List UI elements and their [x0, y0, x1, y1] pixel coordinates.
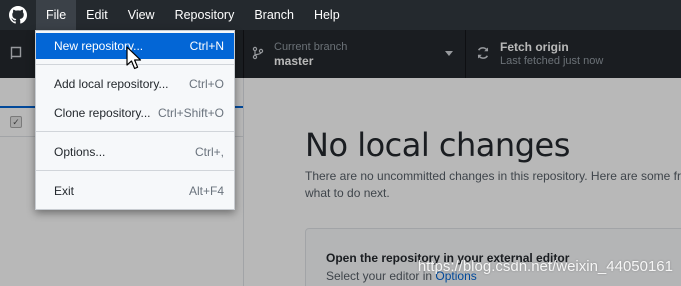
menu-item-shortcut: Ctrl+N — [189, 39, 224, 53]
menu-separator — [36, 170, 234, 171]
branch-text: Current branch master — [274, 40, 347, 68]
menu-item-label: Options... — [54, 145, 106, 159]
menu-item-shortcut: Ctrl+Shift+O — [157, 106, 224, 120]
chevron-down-icon — [445, 51, 453, 56]
watermark-text: https://blog.csdn.net/weixin_44050161 — [417, 258, 673, 275]
menu-item-shortcut: Ctrl+, — [194, 145, 224, 159]
menu-item-clone-repository[interactable]: Clone repository... Ctrl+Shift+O — [36, 100, 234, 126]
menu-edit[interactable]: Edit — [76, 0, 118, 30]
menu-repository[interactable]: Repository — [165, 0, 245, 30]
menu-item-add-local-repository[interactable]: Add local repository... Ctrl+O — [36, 71, 234, 97]
fetch-origin-button[interactable]: Fetch origin Last fetched just now — [466, 30, 681, 78]
description-line-1: There are no uncommitted changes in this… — [305, 169, 681, 183]
fetch-text: Fetch origin Last fetched just now — [500, 40, 603, 68]
branch-title: Current branch — [274, 41, 348, 53]
sync-icon — [476, 46, 490, 63]
main-panel: No local changes There are no uncommitte… — [244, 78, 681, 286]
menu-separator — [36, 131, 234, 132]
menu-help[interactable]: Help — [304, 0, 350, 30]
branch-name: master — [274, 54, 314, 68]
open-editor-card: Open the repository in your external edi… — [305, 228, 681, 286]
menu-file[interactable]: File — [36, 0, 77, 30]
menu-item-shortcut: Alt+F4 — [188, 184, 224, 198]
fetch-status: Last fetched just now — [500, 55, 604, 67]
menu-item-exit[interactable]: Exit Alt+F4 — [36, 178, 234, 204]
current-branch-button[interactable]: Current branch master — [244, 30, 466, 78]
fetch-title: Fetch origin — [500, 40, 569, 54]
select-all-checkbox[interactable]: ✓ — [10, 116, 22, 128]
menu-item-label: Clone repository... — [54, 106, 151, 120]
repository-icon — [10, 46, 22, 63]
page-title: No local changes — [305, 126, 570, 164]
menu-item-shortcut: Ctrl+O — [188, 77, 224, 91]
menu-view[interactable]: View — [118, 0, 165, 30]
menu-bar: File Edit View Repository Branch Help — [0, 0, 681, 31]
menu-branch[interactable]: Branch — [244, 0, 304, 30]
mouse-cursor-icon — [126, 46, 142, 70]
description-line-2: what to do next. — [305, 186, 390, 200]
github-logo-icon — [0, 0, 36, 30]
menu-item-label: Exit — [54, 184, 75, 198]
menu-item-options[interactable]: Options... Ctrl+, — [36, 139, 234, 165]
menu-item-label: Add local repository... — [54, 77, 169, 91]
page-description: There are no uncommitted changes in this… — [305, 168, 681, 202]
branch-icon — [252, 46, 264, 63]
